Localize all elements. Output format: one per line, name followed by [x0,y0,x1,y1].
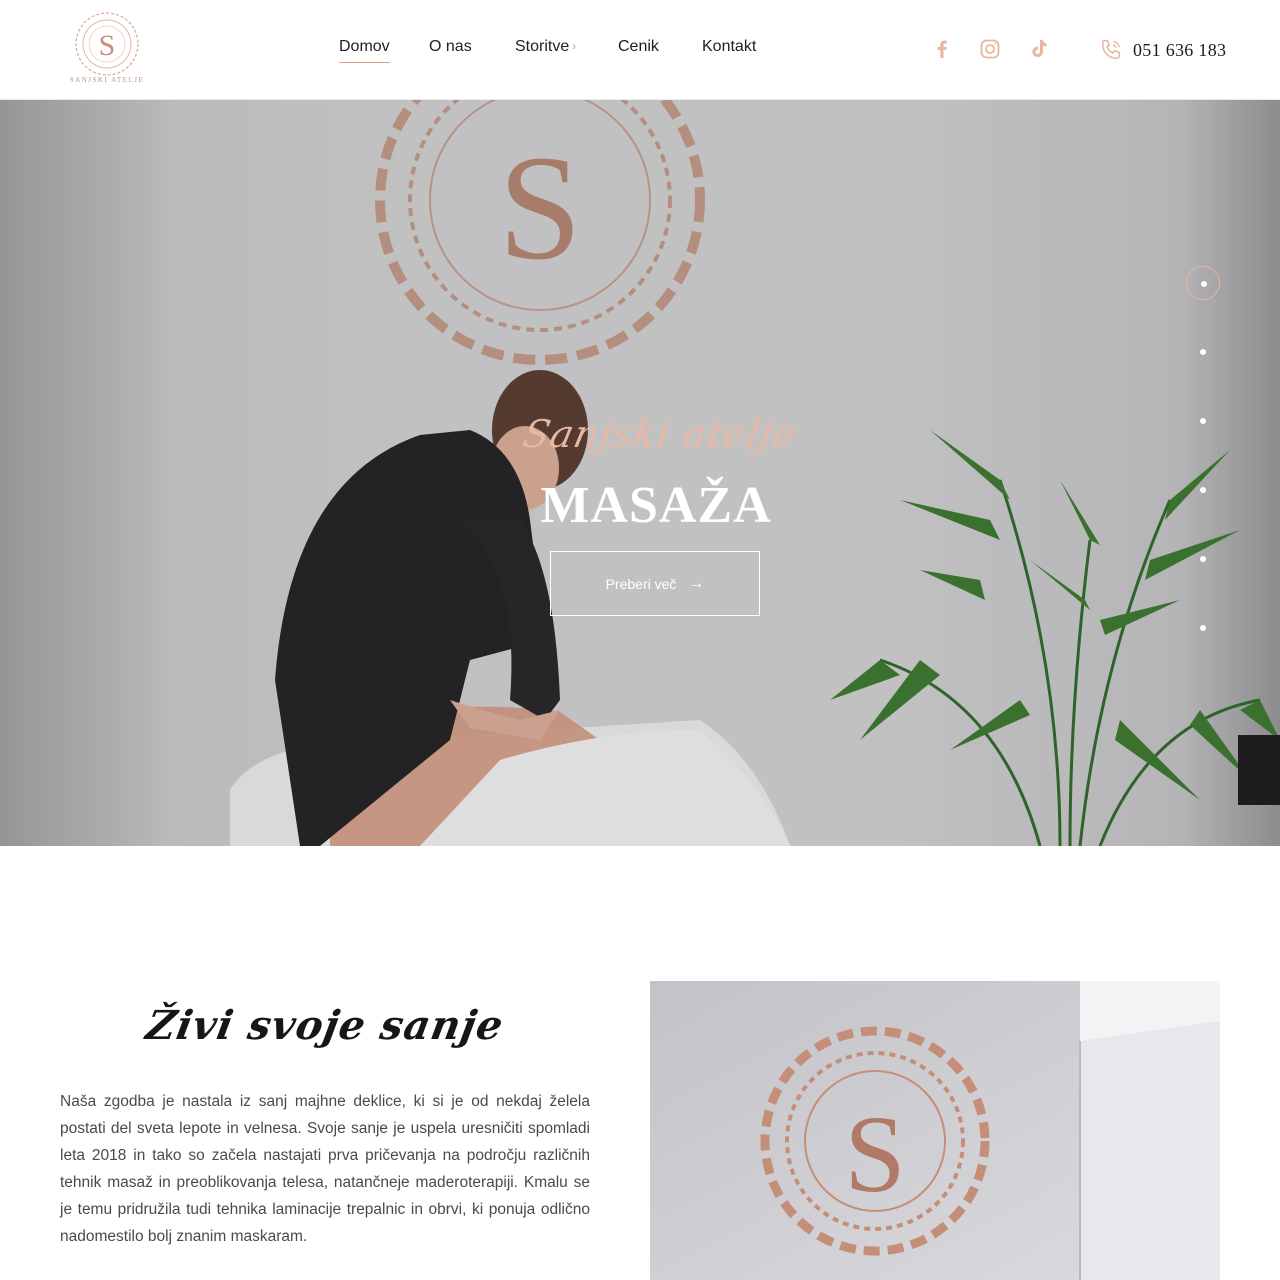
nav-item-storitve[interactable]: Storitve › [515,38,576,56]
nav-item-domov[interactable]: Domov [339,38,390,63]
instagram-icon[interactable] [978,37,1002,61]
wall-logo-photo: S [650,981,1220,1280]
nav-item-storitve-label: Storitve [515,38,570,55]
facebook-icon[interactable] [930,37,954,61]
logo[interactable]: S SANJSKI ATELJE [70,8,144,92]
slide-dot-4[interactable] [1200,487,1206,493]
about-image: S [650,981,1220,1280]
about-heading: Živi svoje sanje [142,1002,508,1049]
hero-slider: S Sanjski atelje MASAŽA Preberi več → [0,100,1280,846]
site-header: S SANJSKI ATELJE Domov O nas Storitve › C… [0,0,1280,100]
slide-dot-6[interactable] [1200,625,1206,631]
slide-dot-5[interactable] [1200,556,1206,562]
nav-item-o-nas[interactable]: O nas [429,38,472,56]
slide-pagination [1186,266,1220,636]
slide-dot-3[interactable] [1200,418,1206,424]
read-more-button[interactable]: Preberi več → [550,551,760,616]
read-more-label: Preberi več [605,575,677,592]
nav-item-cenik[interactable]: Cenik [618,38,659,56]
about-paragraph: Naša zgodba je nastala iz sanj majhne de… [60,1093,590,1245]
phone-link[interactable]: 051 636 183 [1098,37,1226,63]
svg-text:S: S [99,29,116,62]
svg-text:S: S [844,1093,905,1215]
logo-text: SANJSKI ATELJE [69,76,145,84]
slide-dot-2[interactable] [1200,349,1206,355]
nav-item-kontakt[interactable]: Kontakt [702,38,756,56]
slide-dot-1[interactable] [1186,266,1220,300]
phone-icon [1102,39,1121,59]
chevron-right-icon: › [572,41,576,53]
tiktok-icon[interactable] [1027,37,1051,61]
arrow-right-icon: → [688,574,705,592]
phone-number: 051 636 183 [1133,39,1227,60]
hero-script-title: Sanjski atelje [519,412,801,456]
hero-title: MASAŽA [540,477,772,534]
hero-overlay [0,100,1280,846]
